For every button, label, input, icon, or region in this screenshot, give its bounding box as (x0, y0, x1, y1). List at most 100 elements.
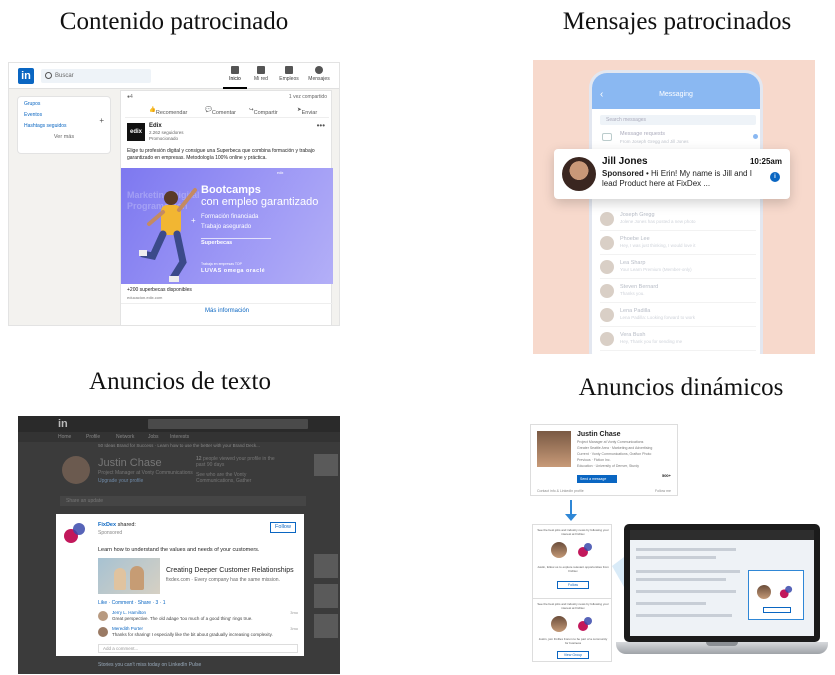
sidebar-link-hashtags[interactable]: Hashtags seguidos (24, 123, 104, 129)
conversation-item[interactable]: Phoebe Lee Hey, I was just thinking, I w… (600, 233, 756, 255)
more-info-button[interactable]: Más información (121, 303, 333, 317)
ad-text: Elige tu profesión digital y consigue un… (127, 148, 315, 161)
send-message-button[interactable]: Send a message (577, 475, 617, 483)
screen-line (636, 590, 736, 593)
message-search-input[interactable]: Search messages (600, 115, 756, 125)
follow-button[interactable]: Follow (270, 522, 296, 533)
advertiser-logo[interactable]: edix (127, 123, 145, 141)
right-rail-block (314, 554, 338, 578)
profile-stat[interactable]: See who are the Vonty Communications, Ga… (196, 472, 286, 484)
conversation-preview: Your Learn Premium (Member-only) (620, 267, 692, 272)
follow-button[interactable]: Follow (557, 581, 589, 589)
nav-jobs[interactable]: Jobs (148, 434, 159, 440)
post-stats: ●4 1 vez compartido (127, 94, 327, 103)
add-event-icon[interactable]: + (99, 116, 104, 125)
article-title[interactable]: Creating Deeper Customer Relationships (166, 567, 294, 574)
right-rail (312, 454, 340, 654)
send-button[interactable]: ➤ Enviar (297, 107, 317, 116)
nav-profile[interactable]: Profile (86, 434, 100, 440)
sidebar-link-groups[interactable]: Grupos (24, 101, 104, 107)
nav-home[interactable]: Home (58, 434, 71, 440)
share-update-input[interactable]: Share an update (60, 496, 306, 506)
profile-views[interactable]: 12 people viewed your profile in the pas… (196, 456, 276, 468)
follow-button[interactable] (763, 607, 791, 613)
member-photo (551, 616, 567, 632)
linkedin-logo[interactable]: in (58, 418, 68, 430)
upgrade-profile-link[interactable]: Upgrade your profile (98, 478, 143, 484)
conversation-item[interactable]: Steven Bernard Thanks you. (600, 281, 756, 303)
dynamic-ads-screenshot: Justin Chase Project Manager at Vonty Co… (528, 420, 828, 670)
nav-network[interactable]: Network (116, 434, 134, 440)
chat-icon (315, 66, 323, 74)
fixdex-logo-icon[interactable] (62, 520, 88, 546)
search-icon (45, 72, 52, 79)
post-author: FixDex shared: (98, 522, 136, 528)
search-input[interactable] (148, 419, 308, 429)
profile-name[interactable]: Justin Chase (577, 431, 621, 438)
conversation-item[interactable]: Joseph Gregg Jolene Jones has posted a n… (600, 209, 756, 231)
sponsored-post-card: FixDex shared: Sponsored Follow Learn ho… (56, 514, 304, 656)
commenter-name[interactable]: Jerry L. Hamilton (112, 610, 146, 615)
article-subtitle: fixdex.com · Every company has the same … (166, 577, 280, 583)
comment-text: Thanks for sharing! I especially like th… (112, 632, 273, 637)
profile-photo[interactable] (537, 431, 571, 467)
avatar[interactable] (98, 611, 108, 621)
profile-name[interactable]: Justin Chase (98, 457, 162, 469)
text-ads-screenshot: in Home Profile Network Jobs Interests 5… (18, 416, 340, 674)
profile-card: Justin Chase Project Manager at Vonty Co… (530, 424, 678, 496)
search-input[interactable]: Buscar (41, 69, 151, 83)
like-button[interactable]: 👍 Recomendar (149, 107, 187, 116)
pulse-stories-link[interactable]: Stories you can't miss today on LinkedIn… (18, 662, 340, 668)
title-sponsored-content: Contenido patrocinado (59, 8, 289, 35)
conversation-name: Phoebe Lee (620, 236, 650, 242)
nav-interests[interactable]: Interests (170, 434, 189, 440)
nav-messages[interactable]: Mensajes (307, 66, 331, 82)
hero-feature-1: Formación financiada (201, 214, 259, 220)
post-text: Learn how to understand the values and n… (98, 547, 260, 553)
screen-line (636, 602, 706, 605)
ad-creative-image[interactable]: Marketing Digital Programación edix Bootc… (121, 168, 333, 284)
add-comment-input[interactable]: Add a comment... (98, 644, 298, 653)
nav-label: Mensajes (308, 76, 330, 82)
share-count[interactable]: 1 vez compartido (289, 94, 327, 100)
nav-network[interactable]: Mi red (249, 66, 273, 82)
social-actions[interactable]: Like · Comment · Share · 3 · 1 (98, 600, 166, 606)
message-requests-row[interactable]: Message requests From Joseph Gregg and J… (602, 131, 758, 151)
requests-subtitle: From Joseph Gregg and Jill Jones (620, 139, 689, 144)
conversation-item[interactable]: Lena Padilla Lena Padilla: Looking forwa… (600, 305, 756, 327)
message-requests-icon (602, 133, 612, 141)
sponsored-label: Sponsored (98, 530, 123, 536)
linkedin-logo[interactable]: in (18, 68, 34, 84)
commenter-name[interactable]: Meredith Porter (112, 626, 143, 631)
conversation-preview: Thanks you. (620, 291, 645, 296)
share-button[interactable]: ↪ Compartir (249, 107, 278, 116)
contact-info-link[interactable]: Contact info & LinkedIn profile (537, 489, 584, 493)
company-name[interactable]: FixDex (98, 522, 116, 528)
nav-label: Empleos (279, 76, 299, 82)
article-thumbnail[interactable] (98, 558, 160, 594)
follow-link[interactable]: Follow me (655, 489, 671, 493)
sponsored-messages-screenshot: ‹ Messaging Search messages Message requ… (533, 60, 815, 354)
reactions-icon[interactable]: ●4 (127, 94, 133, 100)
avatar[interactable] (98, 627, 108, 637)
title-sponsored-messages: Mensajes patrocinados (562, 8, 792, 35)
nav-home[interactable]: Inicio (223, 66, 247, 89)
highlighted-dynamic-ad[interactable] (748, 570, 804, 620)
more-options-icon[interactable]: ••• (317, 121, 325, 130)
info-icon[interactable]: i (770, 172, 780, 182)
text-ad-banner[interactable]: 50 Ideas Brand for Success · Learn how t… (18, 443, 340, 451)
unread-dot-icon (753, 134, 758, 139)
conversation-item[interactable]: Vera Bush Hey, Thank you for sending me (600, 329, 756, 351)
ad-url[interactable]: educacion.edix.com (127, 295, 162, 300)
sidebar-link-events[interactable]: Eventos (24, 112, 104, 118)
view-group-button[interactable]: View Group (557, 651, 589, 659)
advertiser-name[interactable]: Edix (149, 123, 162, 129)
comment-button[interactable]: 💬 Comentar (205, 107, 236, 116)
hero-feature-2: Trabajo asegurado (201, 224, 252, 230)
nav-jobs[interactable]: Empleos (277, 66, 301, 82)
conversation-name: Lea Sharp (620, 260, 646, 266)
sidebar-see-more[interactable]: Ver más (24, 134, 104, 140)
sponsored-message-notification[interactable]: Jill Jones 10:25am Sponsored • Hi Erin! … (554, 149, 790, 199)
conversation-item[interactable]: Lea Sharp Your Learn Premium (Member-onl… (600, 257, 756, 279)
avatar[interactable] (62, 456, 90, 484)
